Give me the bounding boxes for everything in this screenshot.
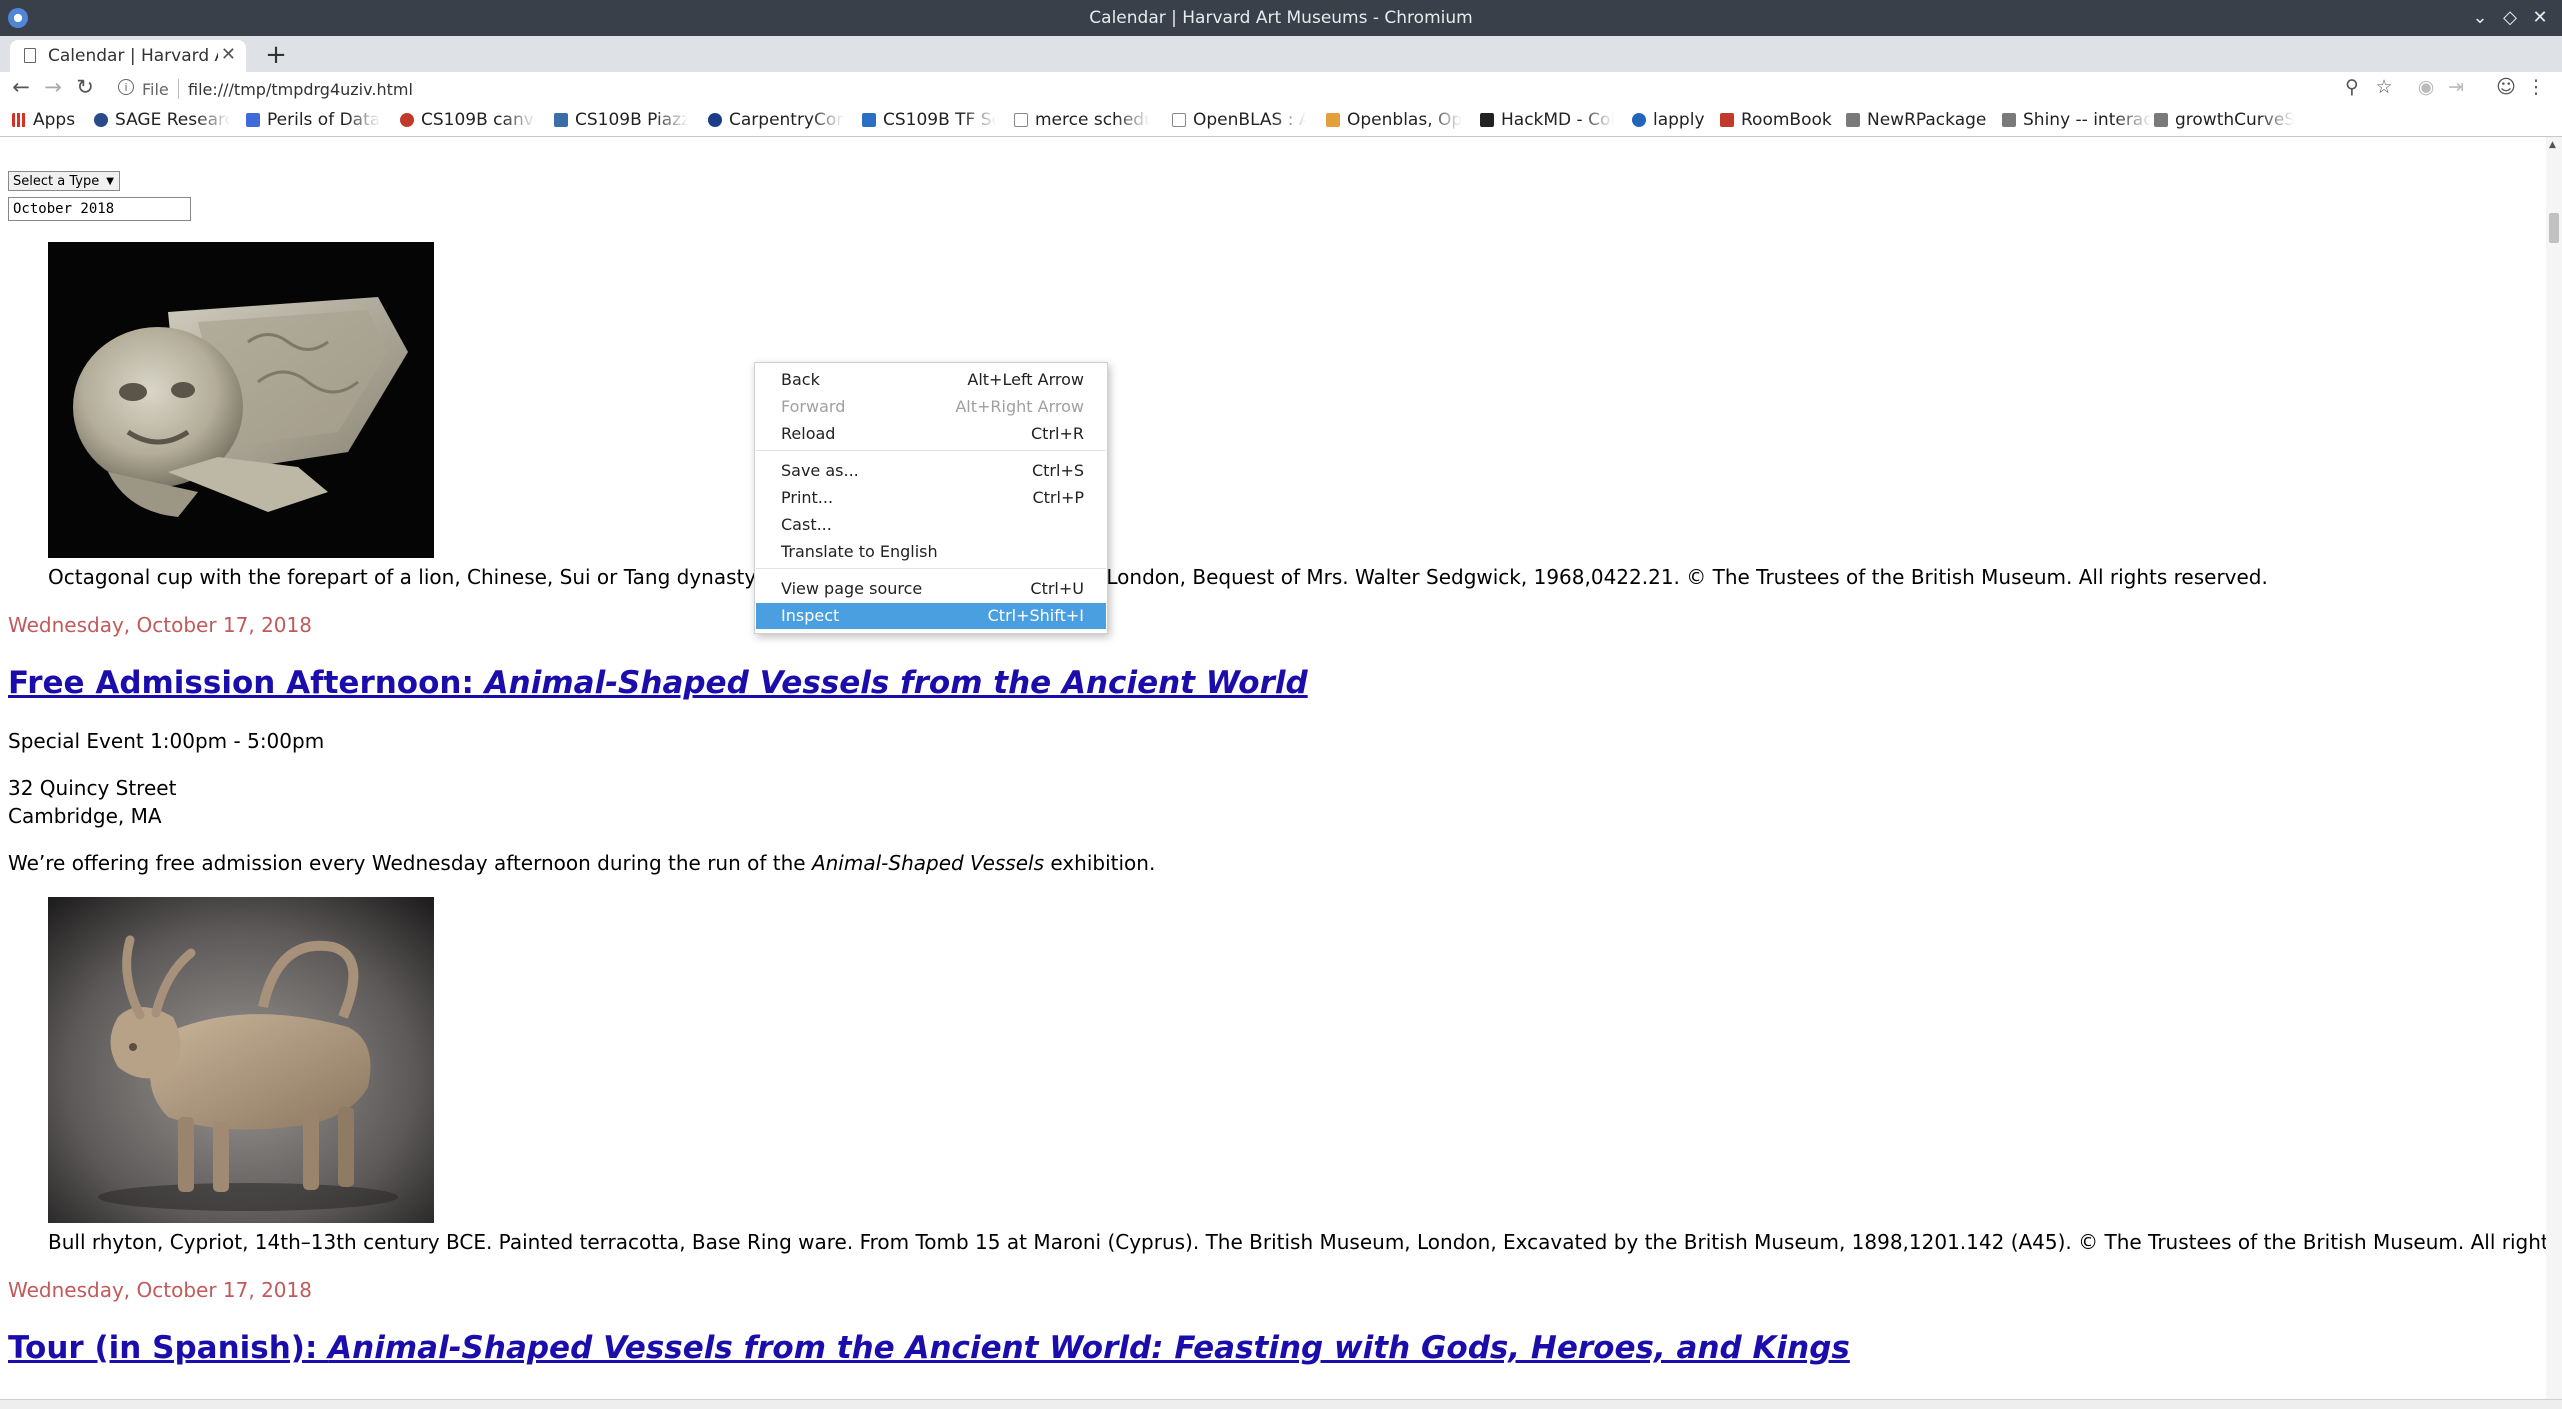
folder-icon — [1846, 113, 1860, 127]
menu-kebab-icon[interactable]: ⋮ — [2523, 76, 2549, 98]
event-title-link[interactable]: Tour (in Spanish): Animal-Shaped Vessels… — [8, 1330, 1850, 1366]
harvard-shield-icon — [1720, 113, 1734, 127]
back-icon[interactable]: ← — [8, 75, 34, 99]
reload-icon[interactable]: ↻ — [72, 75, 98, 99]
bookmark-tf-schedule[interactable]: CS109B TF Schedule — [862, 110, 996, 132]
close-window-icon[interactable]: ✕ — [2527, 5, 2553, 31]
openblas-icon — [1326, 113, 1340, 127]
bull-rhyton-image — [48, 897, 434, 1223]
dropdown-caret-icon: ▼ — [106, 176, 114, 187]
apps-grid-icon — [12, 113, 26, 127]
menu-separator — [756, 450, 1106, 451]
bookmark-openblas-2[interactable]: Openblas, OpenBLAS — [1326, 110, 1462, 132]
month-date-input[interactable]: October 2018 — [8, 197, 191, 221]
bookmark-star-icon[interactable]: ☆ — [2371, 76, 2397, 98]
document-icon — [246, 113, 260, 127]
piazza-icon — [554, 113, 568, 127]
address-bar[interactable]: i File file:///tmp/tmpdrg4uziv.html — [106, 76, 2366, 104]
bookmark-apps[interactable]: Apps — [12, 110, 82, 132]
event-date: Wednesday, October 17, 2018 — [8, 1278, 312, 1302]
bookmark-carpentry[interactable]: CarpentryConnect — [708, 110, 844, 132]
menu-item-back[interactable]: Back Alt+Left Arrow — [756, 367, 1106, 393]
event-date: Wednesday, October 17, 2018 — [8, 613, 312, 637]
sage-icon — [94, 113, 108, 127]
menu-item-print[interactable]: Print... Ctrl+P — [756, 485, 1106, 511]
maximize-icon[interactable]: ◇ — [2497, 5, 2523, 31]
bookmark-sage[interactable]: SAGE Research Methods — [94, 110, 230, 132]
menu-item-view-source[interactable]: View page source Ctrl+U — [756, 576, 1106, 602]
minimize-icon[interactable]: ⌄ — [2467, 5, 2493, 31]
event-description: We’re offering free admission every Wedn… — [8, 851, 1156, 875]
bookmark-piazza[interactable]: CS109B Piazza — [554, 110, 688, 132]
url-scheme-label: File — [142, 80, 169, 99]
bookmark-folder-growthcurve[interactable]: growthCurveS — [2154, 110, 2294, 132]
cast-icon[interactable]: ⇥ — [2443, 76, 2469, 98]
type-select[interactable]: Select a Type ▼ — [8, 171, 120, 191]
tab-strip: Calendar | Harvard Art Museums ✕ — [0, 36, 2562, 72]
scroll-up-icon[interactable]: ▲ — [2549, 140, 2556, 150]
r-icon — [1632, 113, 1646, 127]
profile-icon[interactable]: ☺ — [2493, 76, 2519, 98]
page-scrollbar[interactable]: ▲ — [2546, 137, 2562, 1399]
menu-item-save-as[interactable]: Save as... Ctrl+S — [756, 458, 1106, 484]
zoom-icon[interactable]: ⚲ — [2339, 76, 2365, 98]
lion-cup-caption: Octagonal cup with the forepart of a lio… — [48, 565, 2268, 589]
forward-icon[interactable]: → — [40, 75, 66, 99]
page-icon — [24, 48, 36, 63]
trello-icon — [862, 113, 876, 127]
bookmark-merce[interactable]: merce schedule — [1014, 110, 1150, 132]
event-address-line1: 32 Quincy Street — [8, 776, 177, 800]
context-menu: Back Alt+Left Arrow Forward Alt+Right Arro… — [754, 362, 1108, 634]
folder-icon — [2154, 113, 2168, 127]
page-icon — [1014, 113, 1028, 127]
bookmark-folder-shiny[interactable]: Shiny -- interactive — [2002, 110, 2152, 132]
extension-icon[interactable]: ◉ — [2413, 76, 2439, 98]
menu-item-inspect[interactable]: Inspect Ctrl+Shift+I — [756, 603, 1106, 629]
menu-item-reload[interactable]: Reload Ctrl+R — [756, 421, 1106, 447]
omnibox-divider — [178, 79, 179, 99]
info-icon[interactable]: i — [118, 79, 134, 95]
bookmark-folder-newrpackage[interactable]: NewRPackage — [1846, 110, 1996, 132]
new-tab-icon[interactable]: + — [264, 40, 288, 70]
bookmark-hackmd[interactable]: HackMD - Collaborative — [1480, 110, 1614, 132]
close-tab-icon[interactable]: ✕ — [221, 44, 236, 65]
scrollbar-thumb[interactable] — [2549, 213, 2559, 243]
menu-item-translate[interactable]: Translate to English — [756, 539, 1106, 565]
lion-cup-image — [48, 242, 434, 558]
bookmark-lapply[interactable]: lapply — [1632, 110, 1722, 132]
url-text[interactable]: file:///tmp/tmpdrg4uziv.html — [188, 80, 413, 99]
window-title: Calendar | Harvard Art Museums - Chromiu… — [1089, 8, 1473, 28]
event-address-line2: Cambridge, MA — [8, 804, 162, 828]
power-icon — [708, 113, 722, 127]
canvas-icon — [400, 113, 414, 127]
tab-title: Calendar | Harvard Art Museums — [48, 46, 218, 66]
bull-rhyton-caption: Bull rhyton, Cypriot, 14th–13th century … — [48, 1230, 2546, 1254]
menu-item-forward[interactable]: Forward Alt+Right Arrow — [756, 394, 1106, 420]
bookmark-openblas[interactable]: OpenBLAS : An optimized — [1172, 110, 1306, 132]
page-icon — [1172, 113, 1186, 127]
window-title-bar: Calendar | Harvard Art Museums - Chromiu… — [0, 0, 2562, 36]
hackmd-icon — [1480, 113, 1494, 127]
browser-toolbar: ← → ↻ i File file:///tmp/tmpdrg4uziv.htm… — [0, 72, 2562, 106]
folder-icon — [2002, 113, 2016, 127]
menu-separator — [756, 568, 1106, 569]
bookmark-canvas[interactable]: CS109B canvas — [400, 110, 536, 132]
browser-tab[interactable]: Calendar | Harvard Art Museums ✕ — [10, 40, 246, 72]
event-title-link[interactable]: Free Admission Afternoon: Animal-Shaped … — [8, 665, 1308, 701]
menu-item-cast[interactable]: Cast... — [756, 512, 1106, 538]
bookmark-roombook[interactable]: RoomBook — [1720, 110, 1840, 132]
bookmark-perils[interactable]: Perils of Data — [246, 110, 380, 132]
event-type-time: Special Event 1:00pm - 5:00pm — [8, 729, 325, 753]
page-content: Select a Type ▼ October 2018 Octagonal c… — [0, 137, 2546, 1399]
bookmarks-bar: Apps SAGE Research Methods Perils of Dat… — [0, 106, 2562, 137]
